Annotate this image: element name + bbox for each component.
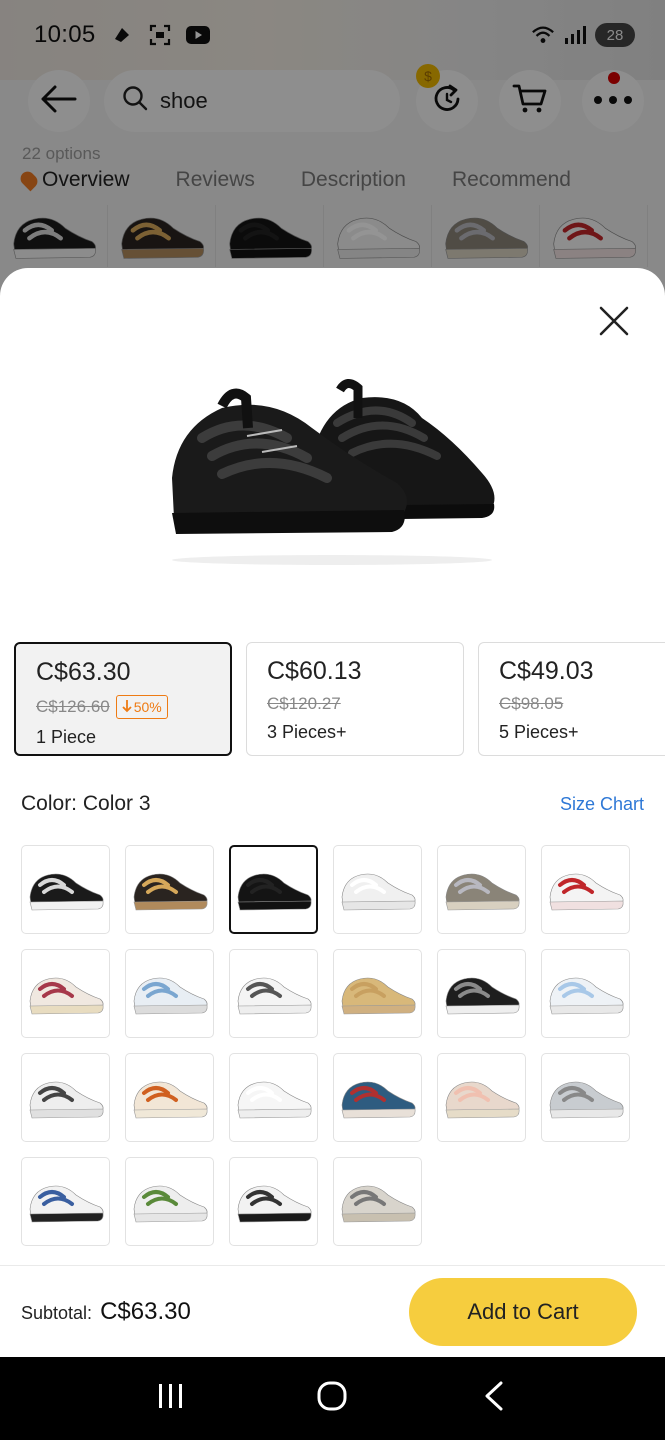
color-swatch[interactable] — [437, 845, 526, 934]
price-tiers: C$63.30 C$126.60 50% 1 Piece C$60.13 C$1… — [14, 642, 665, 758]
tier-original-row: C$98.05 — [499, 694, 665, 714]
color-swatch[interactable] — [125, 1053, 214, 1142]
tier-original-row: C$120.27 — [267, 694, 463, 714]
color-swatch[interactable] — [125, 845, 214, 934]
color-swatch[interactable] — [229, 845, 318, 934]
color-label: Color: Color 3 — [21, 792, 151, 815]
size-chart-link[interactable]: Size Chart — [560, 794, 644, 815]
close-button[interactable] — [597, 304, 631, 338]
color-swatch[interactable] — [125, 949, 214, 1038]
subtotal-value: C$63.30 — [100, 1298, 191, 1325]
home-button[interactable] — [302, 1369, 362, 1429]
tier-quantity: 3 Pieces+ — [267, 722, 347, 742]
color-swatch[interactable] — [21, 845, 110, 934]
recent-apps-button[interactable] — [141, 1369, 201, 1429]
tier-quantity: 1 Piece — [36, 727, 97, 747]
variant-sheet: C$63.30 C$126.60 50% 1 Piece C$60.13 C$1… — [0, 268, 665, 1357]
discount-badge: 50% — [115, 695, 168, 719]
subtotal: Subtotal: C$63.30 — [21, 1298, 191, 1326]
subtotal-label: Subtotal: — [21, 1303, 93, 1323]
color-swatch[interactable] — [229, 949, 318, 1038]
action-bar: Subtotal: C$63.30 Add to Cart — [0, 1265, 665, 1357]
tier-original-price: C$126.60 — [36, 697, 110, 716]
color-header: Color: Color 3 Size Chart — [21, 792, 644, 816]
color-swatch[interactable] — [437, 949, 526, 1038]
system-nav-bar — [0, 1357, 665, 1440]
recent-apps-icon — [156, 1382, 186, 1415]
color-swatch[interactable] — [541, 949, 630, 1038]
color-swatch[interactable] — [229, 1053, 318, 1142]
color-swatch[interactable] — [333, 1157, 422, 1246]
dim-overlay[interactable] — [0, 0, 665, 300]
discount-value: 50% — [133, 699, 162, 715]
color-swatch[interactable] — [333, 845, 422, 934]
price-tier-2[interactable]: C$60.13 C$120.27 3 Pieces+ — [246, 642, 464, 756]
color-swatch[interactable] — [229, 1157, 318, 1246]
color-swatch[interactable] — [541, 845, 630, 934]
product-image — [162, 378, 502, 568]
color-swatch[interactable] — [333, 1053, 422, 1142]
system-back-button[interactable] — [464, 1369, 524, 1429]
color-swatch[interactable] — [21, 1157, 110, 1246]
price-tier-3[interactable]: C$49.03 C$98.05 5 Pieces+ — [478, 642, 665, 756]
tier-price: C$63.30 — [36, 658, 131, 686]
close-icon — [597, 306, 631, 342]
tier-original-price: C$98.05 — [499, 694, 564, 713]
tier-price: C$49.03 — [499, 657, 594, 685]
color-swatch[interactable] — [541, 1053, 630, 1142]
tier-quantity: 5 Pieces+ — [499, 722, 579, 742]
price-tier-1[interactable]: C$63.30 C$126.60 50% 1 Piece — [14, 642, 232, 756]
tier-original-price: C$120.27 — [267, 694, 341, 713]
color-swatch[interactable] — [21, 1053, 110, 1142]
color-swatch[interactable] — [125, 1157, 214, 1246]
tier-original-row: C$126.60 50% — [36, 695, 230, 719]
home-icon — [316, 1380, 348, 1417]
color-swatch[interactable] — [21, 949, 110, 1038]
add-to-cart-button[interactable]: Add to Cart — [409, 1278, 637, 1346]
color-swatch[interactable] — [437, 1053, 526, 1142]
color-swatch[interactable] — [333, 949, 422, 1038]
back-icon — [483, 1381, 505, 1416]
down-arrow-icon — [122, 699, 132, 716]
tier-price: C$60.13 — [267, 657, 362, 685]
